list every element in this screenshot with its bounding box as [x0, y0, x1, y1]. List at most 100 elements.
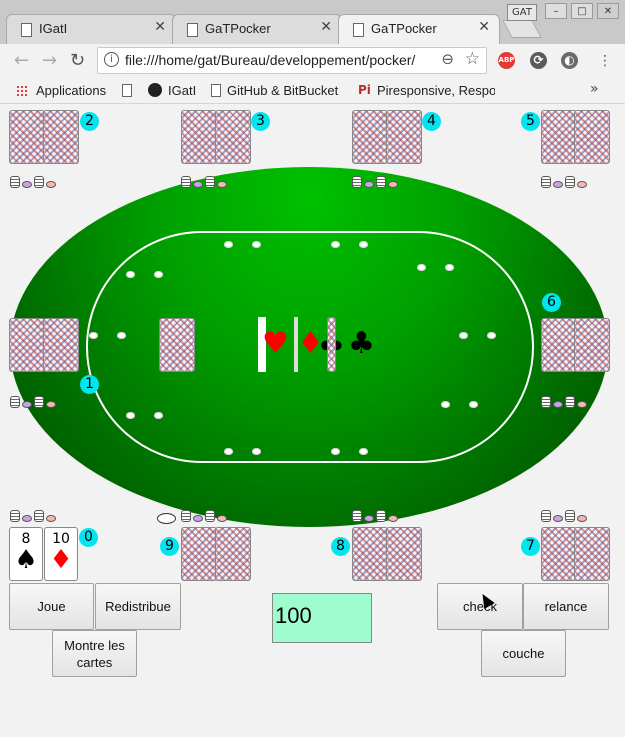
bet-chip — [126, 412, 135, 419]
page-icon — [211, 84, 221, 97]
board-card-back-sliver — [327, 317, 336, 372]
tab-title: GaTPocker — [371, 21, 437, 36]
chip-stack — [352, 508, 408, 522]
board-heart-suit: ♥ — [262, 326, 289, 361]
more-bookmarks-icon[interactable]: » — [590, 81, 599, 97]
bet-chip — [487, 332, 496, 339]
tab-gatpocker-1[interactable]: GaTPocker ✕ — [172, 14, 342, 44]
seat-1-card — [9, 318, 45, 372]
bet-chip — [154, 271, 163, 278]
seat-8-card — [386, 527, 422, 581]
seat-3-card — [181, 110, 217, 164]
abp-icon[interactable]: ABP — [498, 52, 515, 69]
seat-6-card — [541, 318, 577, 372]
seat-6-card — [574, 318, 610, 372]
tab-close-icon[interactable]: ✕ — [478, 19, 490, 35]
page-icon — [122, 84, 132, 97]
board-club-suit: ♣ — [348, 326, 375, 361]
sync-icon[interactable]: ⟳ — [530, 52, 547, 69]
seat-badge-0: 0 — [79, 528, 98, 547]
url-text: file:///home/gat/Bureau/developpement/po… — [125, 52, 416, 68]
bookmark-applications[interactable]: Applications — [36, 83, 106, 98]
joue-button[interactable]: Joue — [9, 583, 94, 630]
page-icon — [187, 23, 198, 37]
seat-9-card — [181, 527, 217, 581]
profile-badge[interactable]: GAT — [507, 4, 537, 21]
seat-7-card — [541, 527, 577, 581]
check-button[interactable]: check — [437, 583, 523, 630]
tab-igati[interactable]: IGatI ✕ — [6, 14, 176, 44]
dealer-button-icon — [157, 513, 176, 524]
bet-amount-input[interactable]: 100 — [272, 593, 372, 643]
chip-stack — [10, 394, 66, 408]
zoom-icon[interactable]: ⊖ — [441, 50, 454, 68]
maximize-button[interactable]: □ — [571, 3, 593, 19]
bet-chip — [89, 332, 98, 339]
bet-chip — [445, 264, 454, 271]
chip-stack — [541, 394, 597, 408]
chip-stack — [541, 508, 597, 522]
chip-stack — [352, 174, 408, 188]
bet-chip — [469, 401, 478, 408]
tab-title: IGatI — [39, 21, 68, 36]
bet-chip — [417, 264, 426, 271]
tab-gatpocker-active[interactable]: GaTPocker ✕ — [338, 14, 500, 44]
seat-badge-8: 8 — [331, 537, 350, 556]
tab-close-icon[interactable]: ✕ — [320, 19, 332, 35]
bet-chip — [252, 241, 261, 248]
tab-close-icon[interactable]: ✕ — [154, 19, 166, 35]
bookmark-github-bitbucket[interactable]: GitHub & BitBucket — [227, 83, 342, 98]
seat-3-card — [215, 110, 251, 164]
chip-stack — [541, 174, 597, 188]
profile-extension-icon[interactable]: ◐ — [561, 52, 578, 69]
back-arrow-icon[interactable]: ← — [14, 50, 29, 71]
bet-chip — [224, 241, 233, 248]
seat-1-card — [43, 318, 79, 372]
relance-button[interactable]: relance — [523, 583, 609, 630]
diamond-suit: ♦ — [49, 545, 73, 575]
seat-4-card — [386, 110, 422, 164]
reload-icon[interactable]: ↻ — [70, 50, 85, 71]
seat-badge-3: 3 — [251, 112, 270, 131]
bet-chip — [252, 448, 261, 455]
forward-arrow-icon[interactable]: → — [42, 50, 57, 71]
seat-8-card — [352, 527, 388, 581]
seat-5-card — [541, 110, 577, 164]
seat-badge-1: 1 — [80, 375, 99, 394]
bet-chip — [359, 241, 368, 248]
chip-stack — [181, 508, 237, 522]
bet-chip — [331, 448, 340, 455]
bookmark-star-icon[interactable]: ☆ — [465, 49, 480, 69]
bet-chip — [224, 448, 233, 455]
seat-2-card — [43, 110, 79, 164]
chip-stack — [10, 508, 66, 522]
seat-badge-7: 7 — [521, 537, 540, 556]
deck-card-back — [159, 318, 195, 372]
apps-grid-icon[interactable] — [16, 85, 28, 97]
seat-badge-9: 9 — [160, 537, 179, 556]
chip-stack — [10, 174, 66, 188]
seat-badge-4: 4 — [422, 112, 441, 131]
minimize-button[interactable]: – — [545, 3, 567, 19]
bet-chip — [359, 448, 368, 455]
address-bar[interactable]: i file:///home/gat/Bureau/developpement/… — [97, 47, 487, 74]
bet-chip — [117, 332, 126, 339]
info-icon[interactable]: i — [104, 52, 119, 67]
seat-2-card — [9, 110, 45, 164]
menu-kebab-icon[interactable]: ⋮ — [598, 53, 612, 69]
montre-cartes-button[interactable]: Montre les cartes — [52, 630, 137, 677]
hand-card-1: 8 ♠ — [9, 527, 43, 581]
couche-button[interactable]: couche — [481, 630, 566, 677]
redistribue-button[interactable]: Redistribue — [95, 583, 181, 630]
bet-chip — [459, 332, 468, 339]
bet-chip — [331, 241, 340, 248]
bet-chip — [441, 401, 450, 408]
hand-card-2: 10 ♦ — [44, 527, 78, 581]
bet-chip — [126, 271, 135, 278]
seat-badge-5: 5 — [521, 112, 540, 131]
bookmark-piresponsive[interactable]: Piresponsive, Respo — [377, 83, 495, 98]
bookmark-igati[interactable]: IGatI — [168, 83, 196, 98]
pi-icon: Pi — [358, 83, 371, 97]
seat-9-card — [215, 527, 251, 581]
close-window-button[interactable]: ✕ — [597, 3, 619, 19]
